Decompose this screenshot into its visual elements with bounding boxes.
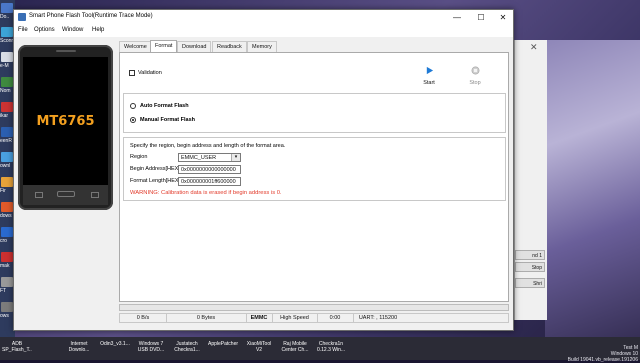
menu-options[interactable]: Options [34,27,55,33]
title-bar[interactable]: Smart Phone Flash Tool(Runtime Trace Mod… [14,10,513,25]
status-transfer-rate: 0 B/s [120,314,167,322]
menu-file[interactable]: File [18,27,28,33]
start-button[interactable]: Start [419,66,439,86]
menu-window[interactable]: Window [62,27,83,33]
taskbar-item[interactable]: Odin3_v3.1... [100,341,130,360]
tab-readback[interactable]: Readback [212,41,247,52]
device-phone-image: MT6765 [18,45,113,210]
taskbar-item[interactable]: Windows 7 USB DVD... [136,341,166,360]
menu-help[interactable]: Help [92,27,104,33]
validation-label: Validation [138,70,162,76]
chevron-down-icon: ▾ [231,154,240,161]
status-storage: EMMC [246,314,273,322]
watermark-line: Build 19041.vb_release.191206 [567,357,638,363]
background-window-button[interactable]: nd 1 [515,250,545,260]
taskbar-item[interactable]: ApplePatcher [208,341,238,360]
stop-label: Stop [469,80,481,86]
phone-nav-bar [23,185,108,205]
tab-welcome[interactable]: Welcome [119,41,152,52]
taskbar-item[interactable]: Justatech Checkra1... [172,341,202,360]
taskbar-item[interactable]: XiaoMiTool V2 [244,341,274,360]
taskbar-item[interactable]: Internet Downlo... [64,341,94,360]
phone-speaker [56,50,76,52]
back-key-icon [35,192,43,198]
begin-address-input[interactable]: 0x0000000000000000 [178,165,241,174]
phone-screen: MT6765 [23,57,108,185]
desktop-wallpaper-art [545,40,640,360]
maximize-button[interactable]: ☐ [469,10,493,25]
app-icon [18,13,26,21]
home-key-icon [57,191,75,197]
status-bytes: 0 Bytes [166,314,247,322]
begin-address-label: Begin Address[HEX]: [130,166,182,172]
auto-format-radio[interactable] [130,103,136,109]
play-icon [426,66,433,75]
tab-memory-test[interactable]: Memory Test [247,41,277,61]
format-mode-group: Auto Format Flash Manual Format Flash [123,93,506,133]
minimize-button[interactable]: — [445,10,469,25]
background-window-close-icon[interactable]: ✕ [530,42,538,53]
chip-model-label: MT6765 [36,114,95,129]
window-title: Smart Phone Flash Tool(Runtime Trace Mod… [29,13,153,19]
format-panel: Validation Start Stop Auto Format Flash … [119,52,509,302]
region-value: EMMC_USER [181,155,217,161]
stop-button[interactable]: Stop [465,66,485,86]
taskbar: ADB SP_Flash_T... Internet Downlo... Odi… [0,337,640,360]
progress-bar [119,304,509,311]
manual-format-group: Specify the region, begin address and le… [123,137,506,201]
status-bar: 0 B/s 0 Bytes EMMC High Speed 0:00 UART:… [119,313,509,323]
stop-icon [471,66,479,75]
format-instruction: Specify the region, begin address and le… [130,143,286,149]
taskbar-item[interactable]: ADB SP_Flash_T... [2,341,32,360]
manual-format-radio[interactable] [130,117,136,123]
status-port: UART: , 115200 [358,315,398,321]
taskbar-item[interactable]: Raj Mobile Center Ch... [280,341,310,360]
validation-checkbox[interactable] [129,70,135,76]
tab-download[interactable]: Download [177,41,212,52]
format-length-label: Format Length[HEX]: [130,178,182,184]
region-label: Region [130,154,148,160]
status-usb-speed: High Speed [272,314,318,322]
flash-tool-window: Smart Phone Flash Tool(Runtime Trace Mod… [13,9,514,331]
manual-format-label: Manual Format Flash [140,117,196,123]
taskbar-item[interactable]: Checkra1n 0.12.3 Win... [316,341,346,360]
background-window: nd 1 Stop Shri [514,40,547,320]
menu-key-icon [91,192,99,198]
background-window-button[interactable]: Stop [515,262,545,272]
start-label: Start [423,80,435,86]
menu-bar: File Options Window Help [14,25,513,37]
background-window-button[interactable]: Shri [515,278,545,288]
close-button[interactable]: ✕ [491,10,515,25]
windows-build-watermark: Test M Windows 10 Build 19041.vb_release… [568,345,638,363]
warning-text: WARNING: Calibration data is erased if b… [130,190,282,196]
region-select[interactable]: EMMC_USER ▾ [178,153,241,162]
tab-format[interactable]: Format [150,40,178,52]
auto-format-label: Auto Format Flash [140,103,189,109]
format-length-input[interactable]: 0x000000001ff600000 [178,177,241,186]
status-time: 0:00 [317,314,354,322]
